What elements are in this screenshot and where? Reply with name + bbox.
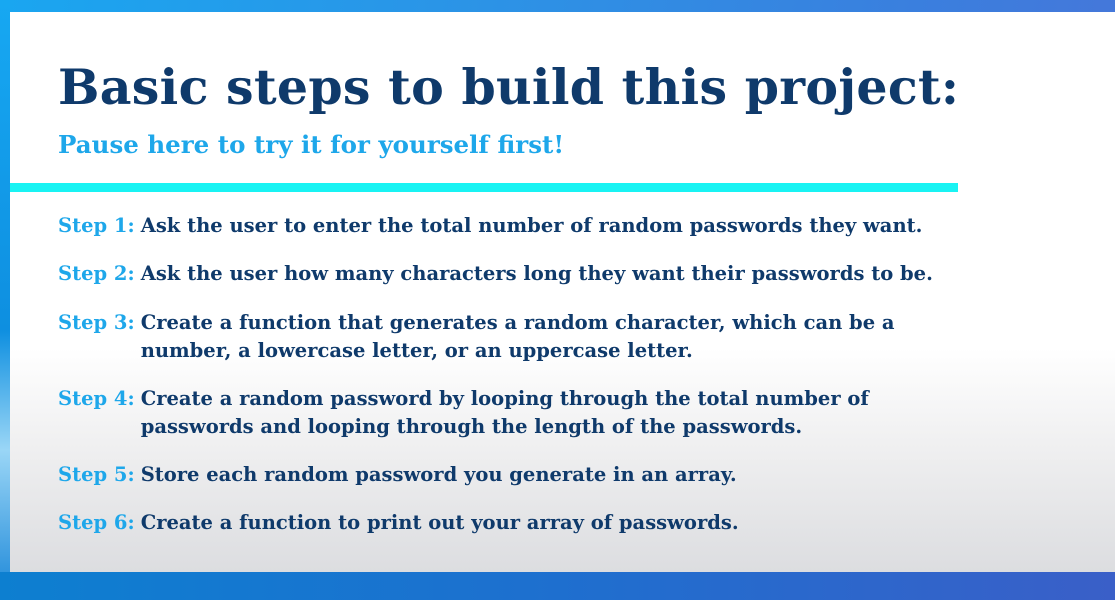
step-item: Step 1: Ask the user to enter the total … xyxy=(58,212,933,240)
step-text: Ask the user how many characters long th… xyxy=(140,262,933,285)
step-item: Step 4: Create a random password by loop… xyxy=(58,385,933,441)
step-label: Step 4: xyxy=(58,387,135,410)
frame-left-edge xyxy=(0,0,10,600)
step-label: Step 3: xyxy=(58,311,135,334)
step-item: Step 2: Ask the user how many characters… xyxy=(58,260,933,288)
step-item: Step 5: Store each random password you g… xyxy=(58,461,933,489)
slide-title: Basic steps to build this project: xyxy=(58,58,960,116)
step-label: Step 6: xyxy=(58,511,135,534)
slide-subtitle: Pause here to try it for yourself first! xyxy=(58,130,565,159)
step-text: Create a function to print out your arra… xyxy=(140,511,739,534)
step-label: Step 1: xyxy=(58,214,135,237)
step-label: Step 2: xyxy=(58,262,135,285)
step-item: Step 6: Create a function to print out y… xyxy=(58,509,933,537)
frame-bottom-band xyxy=(0,572,1115,600)
step-item: Step 3: Create a function that generates… xyxy=(58,309,933,365)
slide: Basic steps to build this project: Pause… xyxy=(10,12,1115,572)
step-text: Ask the user to enter the total number o… xyxy=(140,214,923,237)
step-text: Store each random password you generate … xyxy=(140,463,737,486)
title-divider xyxy=(10,183,958,192)
step-text: Create a random password by looping thro… xyxy=(140,387,869,438)
step-label: Step 5: xyxy=(58,463,135,486)
steps-list: Step 1: Ask the user to enter the total … xyxy=(58,212,933,537)
step-text: Create a function that generates a rando… xyxy=(140,311,895,362)
